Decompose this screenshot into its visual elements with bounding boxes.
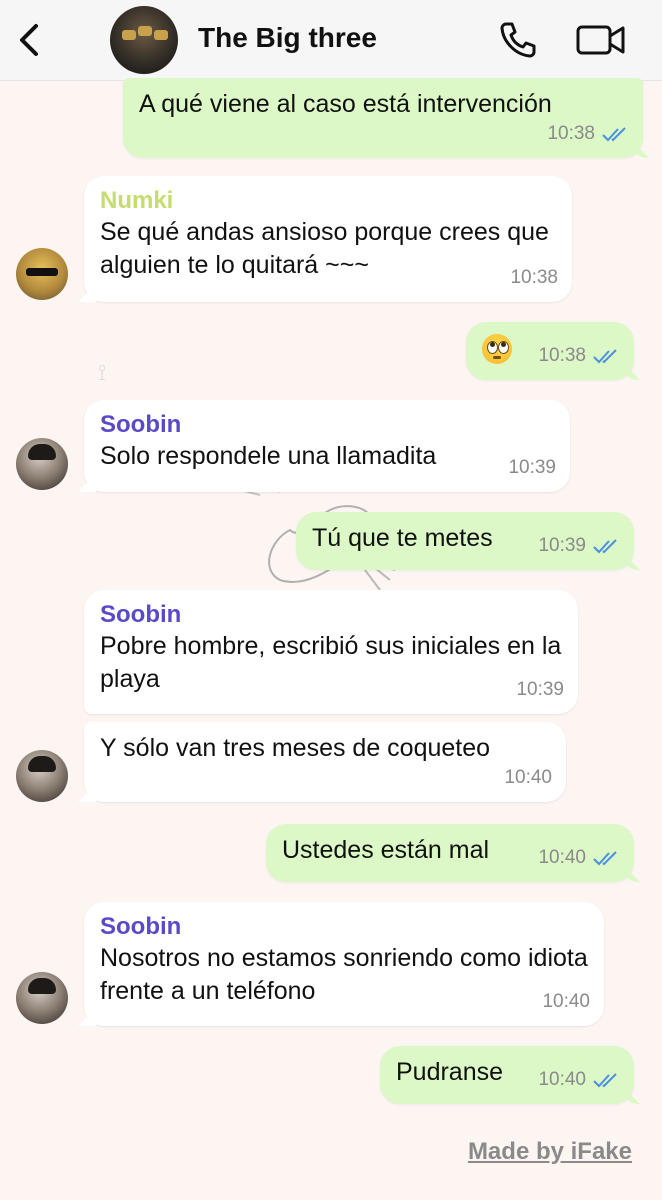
message-time: 10:40 xyxy=(542,991,590,1012)
message-meta: 10:39 xyxy=(508,451,556,484)
avatar-soobin[interactable] xyxy=(16,972,68,1024)
chat-header: The Big three xyxy=(0,0,662,81)
message-time: 10:39 xyxy=(508,457,556,478)
outgoing-message[interactable]: A qué viene al caso está intervención 10… xyxy=(123,78,649,158)
message-meta: 10:40 xyxy=(542,985,590,1018)
background-doodle-mark: ⟟ xyxy=(98,360,107,385)
message-time: 10:38 xyxy=(538,345,586,366)
message-time: 10:40 xyxy=(504,767,552,788)
incoming-message[interactable]: Soobin Pobre hombre, escribió sus inicia… xyxy=(84,590,578,714)
message-time: 10:39 xyxy=(516,679,564,700)
message-time: 10:40 xyxy=(538,1069,586,1090)
group-avatar[interactable] xyxy=(110,6,178,74)
read-ticks-icon xyxy=(593,538,617,553)
sender-name[interactable]: Soobin xyxy=(100,410,554,440)
chat-title[interactable]: The Big three xyxy=(198,22,377,54)
message-text: A qué viene al caso está intervención xyxy=(139,90,552,118)
sender-name[interactable]: Numki xyxy=(100,186,556,216)
message-time: 10:40 xyxy=(538,847,586,868)
message-text: Nosotros no estamos sonriendo como idiot… xyxy=(100,944,588,1005)
read-ticks-icon xyxy=(593,1072,617,1087)
message-meta: 10:38 xyxy=(538,339,620,372)
message-meta: 10:38 xyxy=(547,117,629,150)
message-meta: 10:40 xyxy=(538,841,620,874)
incoming-message[interactable]: Numki Se qué andas ansioso porque crees … xyxy=(78,176,572,302)
message-meta: 10:39 xyxy=(516,673,564,706)
read-ticks-icon xyxy=(593,850,617,865)
message-meta: 10:40 xyxy=(538,1063,620,1096)
message-text: Tú que te metes xyxy=(312,524,493,552)
outgoing-message[interactable]: Tú que te metes 10:39 xyxy=(296,512,640,570)
avatar-soobin[interactable] xyxy=(16,750,68,802)
message-time: 10:38 xyxy=(547,123,595,144)
outgoing-message[interactable]: Ustedes están mal 10:40 xyxy=(266,824,640,882)
message-time: 10:39 xyxy=(538,535,586,556)
message-text: Se qué andas ansioso porque crees que al… xyxy=(100,218,549,279)
message-time: 10:38 xyxy=(510,267,558,288)
rolling-eyes-emoji-icon xyxy=(482,334,512,365)
watermark-link[interactable]: Made by iFake xyxy=(468,1138,632,1166)
incoming-message[interactable]: Soobin Nosotros no estamos sonriendo com… xyxy=(78,902,604,1026)
back-chevron-icon[interactable] xyxy=(14,20,44,60)
message-text: Ustedes están mal xyxy=(282,836,490,864)
phone-icon[interactable] xyxy=(498,20,538,60)
avatar-soobin[interactable] xyxy=(16,438,68,490)
video-camera-icon[interactable] xyxy=(576,22,626,58)
message-meta: 10:40 xyxy=(504,761,552,794)
outgoing-message[interactable]: 10:38 xyxy=(466,322,640,380)
message-text: Y sólo van tres meses de coqueteo xyxy=(100,734,491,762)
read-ticks-icon xyxy=(593,348,617,363)
avatar-numki[interactable] xyxy=(16,248,68,300)
message-text: Pudranse xyxy=(396,1058,504,1086)
outgoing-message[interactable]: Pudranse 10:40 xyxy=(380,1046,640,1104)
sender-name[interactable]: Soobin xyxy=(100,600,562,630)
incoming-message[interactable]: Soobin Solo respondele una llamadita 10:… xyxy=(78,400,570,492)
message-meta: 10:39 xyxy=(538,529,620,562)
message-text: Pobre hombre, escribió sus iniciales en … xyxy=(100,632,562,693)
read-ticks-icon xyxy=(602,126,626,141)
message-text: Solo respondele una llamadita xyxy=(100,442,437,470)
incoming-message[interactable]: Y sólo van tres meses de coqueteo 10:40 xyxy=(78,722,566,802)
sender-name[interactable]: Soobin xyxy=(100,912,588,942)
message-meta: 10:38 xyxy=(510,261,558,294)
